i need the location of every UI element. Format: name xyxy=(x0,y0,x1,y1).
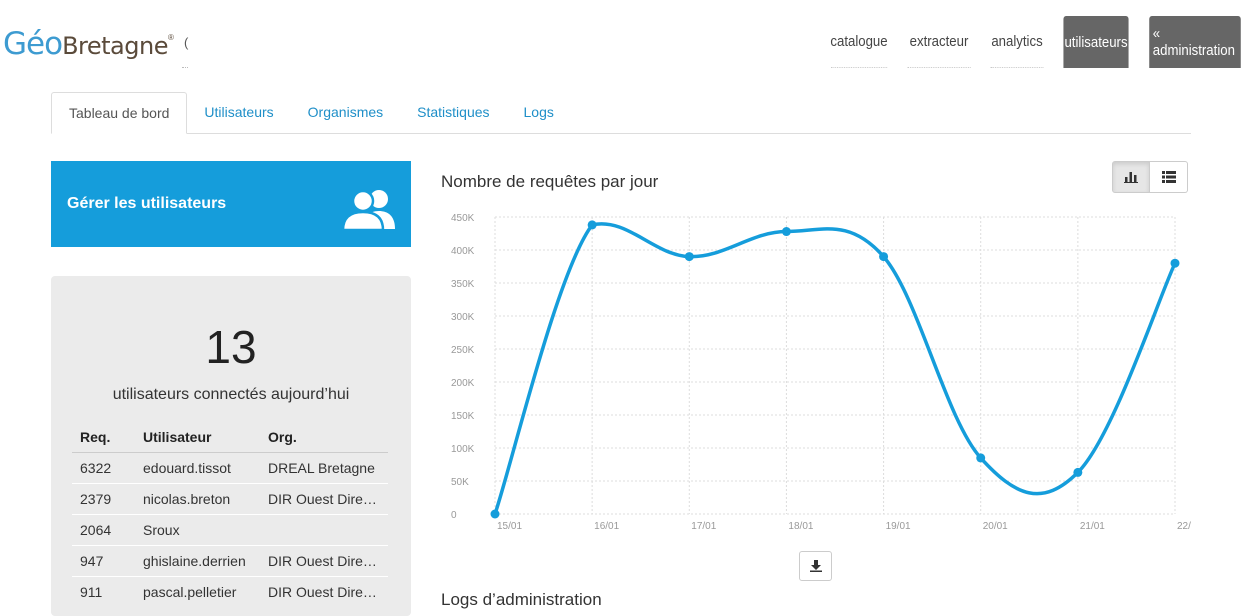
manage-users-label: Gérer les utilisateurs xyxy=(67,195,227,212)
table-header-row: Req. Utilisateur Org. xyxy=(72,422,388,453)
connected-users-panel: 13 utilisateurs connectés aujourd’hui Re… xyxy=(51,276,411,616)
data-point xyxy=(1170,258,1180,268)
column-header-org[interactable]: Org. xyxy=(260,422,388,453)
y-tick-label: 150K xyxy=(451,411,475,422)
y-tick-label: 200K xyxy=(451,378,475,389)
download-icon xyxy=(809,560,822,572)
list-icon xyxy=(1161,171,1176,183)
connected-users-count: 13 xyxy=(205,321,257,373)
y-tick-label: 400K xyxy=(451,246,475,257)
column-header-utilisateur[interactable]: Utilisateur xyxy=(135,422,260,453)
cell-user: pascal.pelletier xyxy=(135,576,260,607)
cell-org: DREAL Bretagne xyxy=(260,452,388,484)
x-tick-label: 17/01 xyxy=(691,521,716,532)
data-point xyxy=(490,509,500,519)
x-tick-label: 21/01 xyxy=(1080,521,1105,532)
geobretagne-logo[interactable]: Géo Bretagne ® xyxy=(3,26,174,62)
x-tick-label: 16/01 xyxy=(594,521,619,532)
tab-utilisateurs[interactable]: Utilisateurs xyxy=(187,92,290,133)
x-tick-label: 18/01 xyxy=(788,521,813,532)
cell-org: DIR Ouest Direction Interdépartementale … xyxy=(260,545,388,577)
nav-analytics[interactable]: analytics xyxy=(990,16,1044,68)
bar-chart-icon xyxy=(1124,172,1138,183)
series-line xyxy=(493,222,1177,516)
top-navigation: catalogue extracteur analytics utilisate… xyxy=(815,16,1247,68)
table-row[interactable]: 947 ghislaine.derrien DIR Ouest Directio… xyxy=(72,545,388,577)
table-row[interactable]: 6322 edouard.tissot DREAL Bretagne xyxy=(72,452,388,484)
chart-view-toggle xyxy=(1112,161,1188,193)
cell-req: 947 xyxy=(72,545,135,577)
x-tick-label: 20/01 xyxy=(983,521,1008,532)
logo-geo-text: Géo xyxy=(3,26,63,62)
dashboard-tabs: Tableau de bord Utilisateurs Organismes … xyxy=(51,92,1191,134)
y-tick-label: 0 xyxy=(451,510,457,521)
users-icon xyxy=(341,189,395,231)
cell-user: ghislaine.derrien xyxy=(135,545,260,577)
cell-req: 2379 xyxy=(72,483,135,515)
table-row[interactable]: 2064 Sroux xyxy=(72,514,388,546)
cell-org xyxy=(260,514,388,546)
logo-bretagne-text: Bretagne xyxy=(62,32,168,60)
x-tick-label: 22/ xyxy=(1177,521,1191,532)
truncated-header-text: ( xyxy=(184,35,189,50)
tab-organismes[interactable]: Organismes xyxy=(291,92,400,133)
y-tick-label: 350K xyxy=(451,279,475,290)
chart-title: Nombre de requêtes par jour xyxy=(441,172,659,191)
data-point xyxy=(781,227,791,237)
download-chart-button[interactable] xyxy=(799,551,832,581)
data-point xyxy=(684,252,694,262)
cell-org: DIR Ouest Direction Interdépartementale … xyxy=(260,483,388,515)
y-tick-label: 250K xyxy=(451,345,475,356)
nav-catalogue[interactable]: catalogue xyxy=(830,16,888,68)
data-point xyxy=(1073,467,1083,477)
nav-extracteur[interactable]: extracteur xyxy=(907,16,971,68)
header-divider xyxy=(182,67,188,68)
manage-users-card[interactable]: Gérer les utilisateurs xyxy=(51,161,411,247)
nav-administration[interactable]: « administration xyxy=(1149,16,1241,68)
x-tick-label: 19/01 xyxy=(886,521,911,532)
column-header-req[interactable]: Req. xyxy=(72,422,135,453)
connected-users-caption: utilisateurs connectés aujourd’hui xyxy=(112,386,350,403)
requests-per-day-chart: 0 50K 100K 150K 200K 250K 300K 350K 400K 450K 15/0… xyxy=(451,213,1191,532)
nav-utilisateurs[interactable]: utilisateurs xyxy=(1063,16,1129,68)
logo-registered-mark: ® xyxy=(167,33,174,42)
tab-statistiques[interactable]: Statistiques xyxy=(400,92,506,133)
data-point xyxy=(879,252,889,262)
y-tick-label: 100K xyxy=(451,444,475,455)
list-view-button[interactable] xyxy=(1150,161,1188,193)
y-tick-label: 300K xyxy=(451,312,475,323)
tab-tableau-de-bord[interactable]: Tableau de bord xyxy=(51,92,188,134)
cell-user: edouard.tissot xyxy=(135,452,260,484)
cell-user: nicolas.breton xyxy=(135,483,260,515)
cell-req: 911 xyxy=(72,576,135,607)
data-point xyxy=(976,453,986,463)
cell-org: DIR Ouest Direction Interdépartementale … xyxy=(260,576,388,607)
admin-logs-heading: Logs d’administration xyxy=(441,590,602,609)
connected-users-table: Req. Utilisateur Org. 6322 edouard.tisso… xyxy=(72,422,388,607)
cell-req: 2064 xyxy=(72,514,135,546)
y-tick-label: 50K xyxy=(451,477,469,488)
cell-req: 6322 xyxy=(72,452,135,484)
data-point xyxy=(587,220,597,230)
bar-chart-view-button[interactable] xyxy=(1112,161,1150,193)
x-tick-label: 15/01 xyxy=(497,521,522,532)
table-row[interactable]: 2379 nicolas.breton DIR Ouest Direction … xyxy=(72,483,388,515)
cell-user: Sroux xyxy=(135,514,260,546)
table-row[interactable]: 911 pascal.pelletier DIR Ouest Direction… xyxy=(72,576,388,607)
tab-logs[interactable]: Logs xyxy=(507,92,571,133)
y-tick-label: 450K xyxy=(451,213,475,224)
